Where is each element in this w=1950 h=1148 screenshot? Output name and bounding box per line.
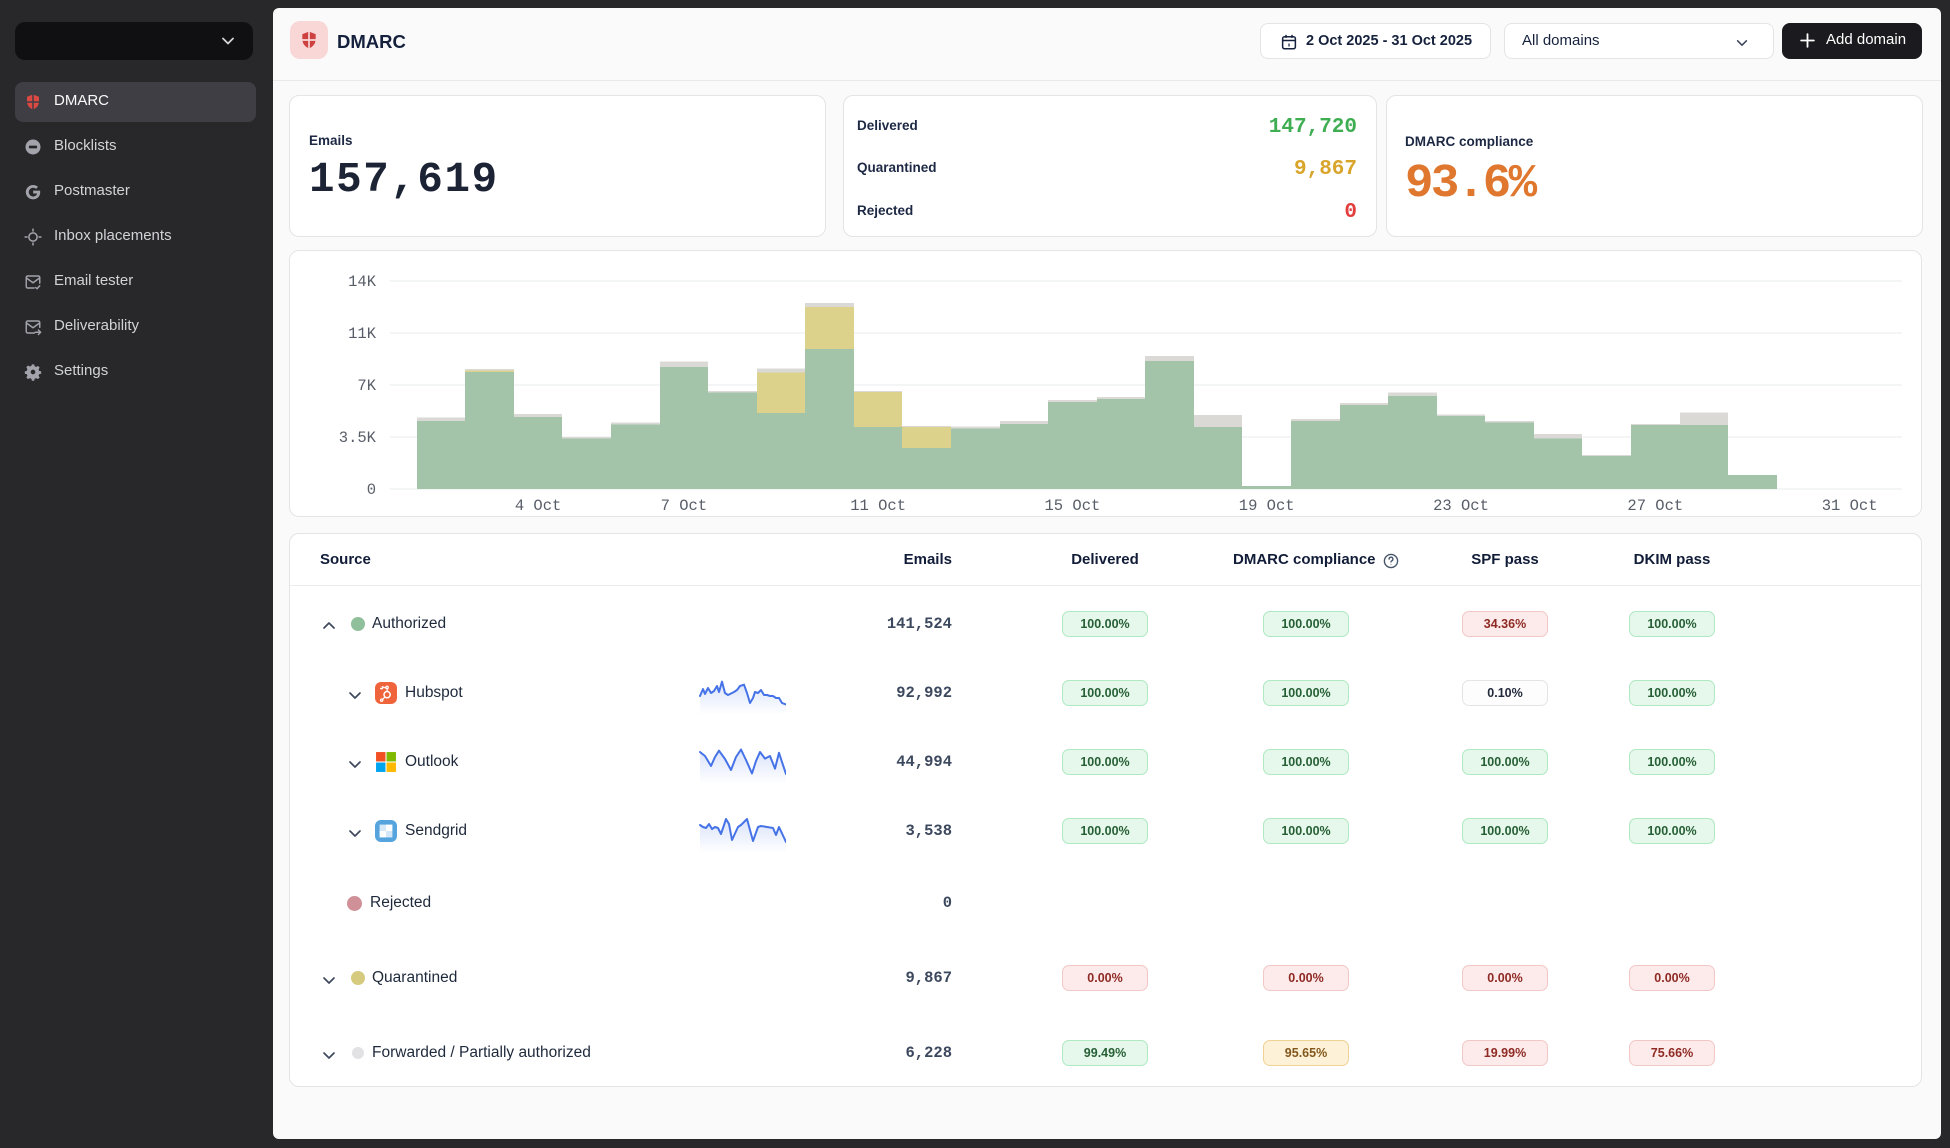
svg-text:3.5K: 3.5K [339, 429, 377, 447]
svg-text:15 Oct: 15 Oct [1044, 497, 1100, 515]
svg-text:7 Oct: 7 Oct [661, 497, 708, 515]
svg-text:19 Oct: 19 Oct [1239, 497, 1295, 515]
svg-text:27 Oct: 27 Oct [1627, 497, 1683, 515]
svg-text:4 Oct: 4 Oct [515, 497, 562, 515]
svg-text:23 Oct: 23 Oct [1433, 497, 1489, 515]
svg-text:7K: 7K [357, 377, 376, 395]
svg-text:11K: 11K [348, 325, 377, 343]
svg-text:14K: 14K [348, 273, 377, 291]
svg-text:31 Oct: 31 Oct [1822, 497, 1878, 515]
svg-text:11 Oct: 11 Oct [850, 497, 906, 515]
svg-text:0: 0 [367, 481, 376, 499]
